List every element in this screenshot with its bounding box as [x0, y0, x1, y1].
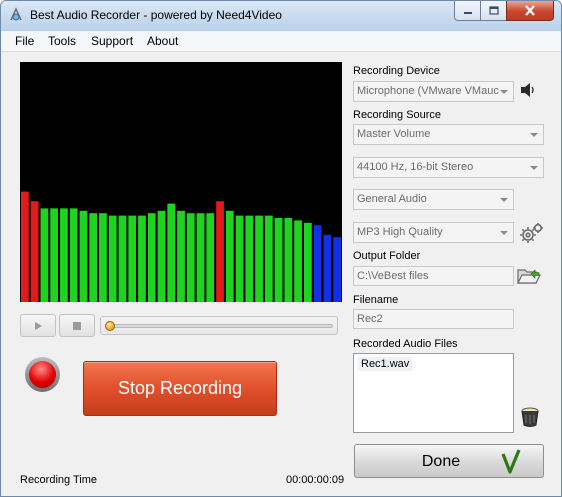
chevron-down-icon — [500, 198, 508, 202]
quality-value: MP3 High Quality — [357, 226, 443, 238]
level-bar — [167, 203, 176, 302]
recording-time-label: Recording Time — [20, 474, 98, 486]
audio-profile-dropdown[interactable]: General Audio — [353, 189, 514, 210]
recorded-files-label: Recorded Audio Files — [353, 338, 458, 350]
app-window: Best Audio Recorder - powered by Need4Vi… — [0, 0, 562, 497]
stop-button[interactable] — [59, 314, 95, 337]
recording-device-dropdown[interactable]: Microphone (VMware VMauc — [353, 81, 514, 102]
level-bar — [50, 208, 59, 302]
play-button[interactable] — [20, 314, 56, 337]
seek-bar[interactable] — [100, 316, 338, 335]
close-button[interactable] — [506, 1, 554, 21]
recording-device-label: Recording Device — [353, 65, 440, 77]
title-bar[interactable]: Best Audio Recorder - powered by Need4Vi… — [1, 1, 561, 31]
chevron-down-icon — [530, 133, 538, 137]
menu-support[interactable]: Support — [91, 34, 133, 48]
done-button[interactable]: Done — [354, 444, 544, 478]
recording-source-dropdown[interactable]: Master Volume — [353, 124, 544, 145]
level-bar — [225, 210, 234, 302]
minimize-button[interactable] — [454, 1, 481, 21]
window-title: Best Audio Recorder - powered by Need4Vi… — [30, 8, 282, 22]
level-bar — [128, 215, 137, 302]
level-bar — [264, 215, 273, 302]
playback-controls — [20, 314, 342, 338]
maximize-button[interactable] — [480, 1, 507, 21]
level-bar — [21, 191, 29, 302]
trash-icon[interactable] — [518, 403, 542, 429]
filename-value: Rec2 — [357, 313, 383, 325]
audio-format-dropdown[interactable]: 44100 Hz, 16-bit Stereo — [353, 157, 544, 178]
seek-line — [109, 324, 333, 328]
recording-source-value: Master Volume — [357, 128, 431, 140]
close-icon — [525, 5, 535, 16]
output-folder-value: C:\VeBest files — [357, 270, 429, 282]
record-dot-icon — [29, 361, 56, 388]
folder-open-icon[interactable] — [516, 265, 542, 287]
level-bar — [186, 213, 195, 302]
level-bar — [60, 208, 68, 302]
filename-label: Filename — [353, 294, 399, 306]
recording-time-value: 00:00:00:09 — [286, 474, 345, 486]
level-bar — [69, 208, 78, 302]
checkmark-icon — [501, 449, 521, 474]
level-bar — [196, 213, 205, 302]
level-bar — [274, 218, 283, 302]
level-bar — [157, 210, 166, 302]
level-bar — [79, 210, 88, 302]
seek-thumb[interactable] — [105, 321, 115, 331]
output-folder-field[interactable]: C:\VeBest files — [353, 266, 514, 286]
level-bar — [333, 237, 341, 302]
app-icon — [10, 7, 22, 21]
level-bar — [206, 213, 215, 302]
level-bar — [118, 215, 127, 302]
stop-recording-button[interactable]: Stop Recording — [83, 361, 277, 416]
chevron-down-icon — [530, 166, 538, 170]
level-bar — [216, 201, 224, 302]
level-visualizer — [20, 62, 342, 302]
menu-file[interactable]: File — [15, 34, 34, 48]
recording-indicator — [25, 357, 60, 392]
level-bar — [303, 222, 312, 302]
level-bar — [255, 215, 263, 302]
menu-tools[interactable]: Tools — [48, 34, 76, 48]
quality-dropdown[interactable]: MP3 High Quality — [353, 222, 514, 243]
level-bar — [108, 215, 117, 302]
level-bar — [99, 213, 107, 302]
menu-bar: File Tools Support About — [1, 31, 561, 52]
level-bar — [89, 213, 98, 302]
level-bar — [313, 225, 322, 302]
play-icon — [35, 321, 42, 330]
chevron-down-icon — [500, 231, 508, 235]
level-bar — [245, 215, 254, 302]
audio-profile-value: General Audio — [357, 193, 427, 205]
gear-icon[interactable] — [517, 220, 545, 246]
output-folder-label: Output Folder — [353, 250, 421, 262]
level-bar — [294, 220, 302, 302]
audio-format-value: 44100 Hz, 16-bit Stereo — [357, 161, 474, 173]
recording-device-value: Microphone (VMware VMauc — [357, 85, 499, 97]
menu-about[interactable]: About — [147, 34, 178, 48]
level-bar — [147, 213, 156, 302]
minimize-icon — [463, 11, 472, 14]
speaker-icon[interactable] — [519, 81, 537, 99]
maximize-icon — [488, 6, 499, 15]
level-bars — [21, 191, 341, 302]
level-bar — [323, 234, 332, 302]
stop-recording-label: Stop Recording — [117, 378, 243, 398]
level-bar — [235, 215, 244, 302]
chevron-down-icon — [500, 90, 508, 94]
recording-source-label: Recording Source — [353, 109, 442, 121]
level-bar — [177, 210, 185, 302]
filename-field[interactable]: Rec2 — [353, 309, 514, 329]
stop-icon — [73, 321, 81, 330]
level-bar — [284, 218, 293, 302]
level-bar — [40, 208, 49, 302]
recorded-files-list[interactable]: Rec1.wav — [353, 353, 514, 433]
list-item[interactable]: Rec1.wav — [358, 357, 413, 371]
level-bar — [30, 201, 39, 302]
level-bar — [138, 215, 146, 302]
